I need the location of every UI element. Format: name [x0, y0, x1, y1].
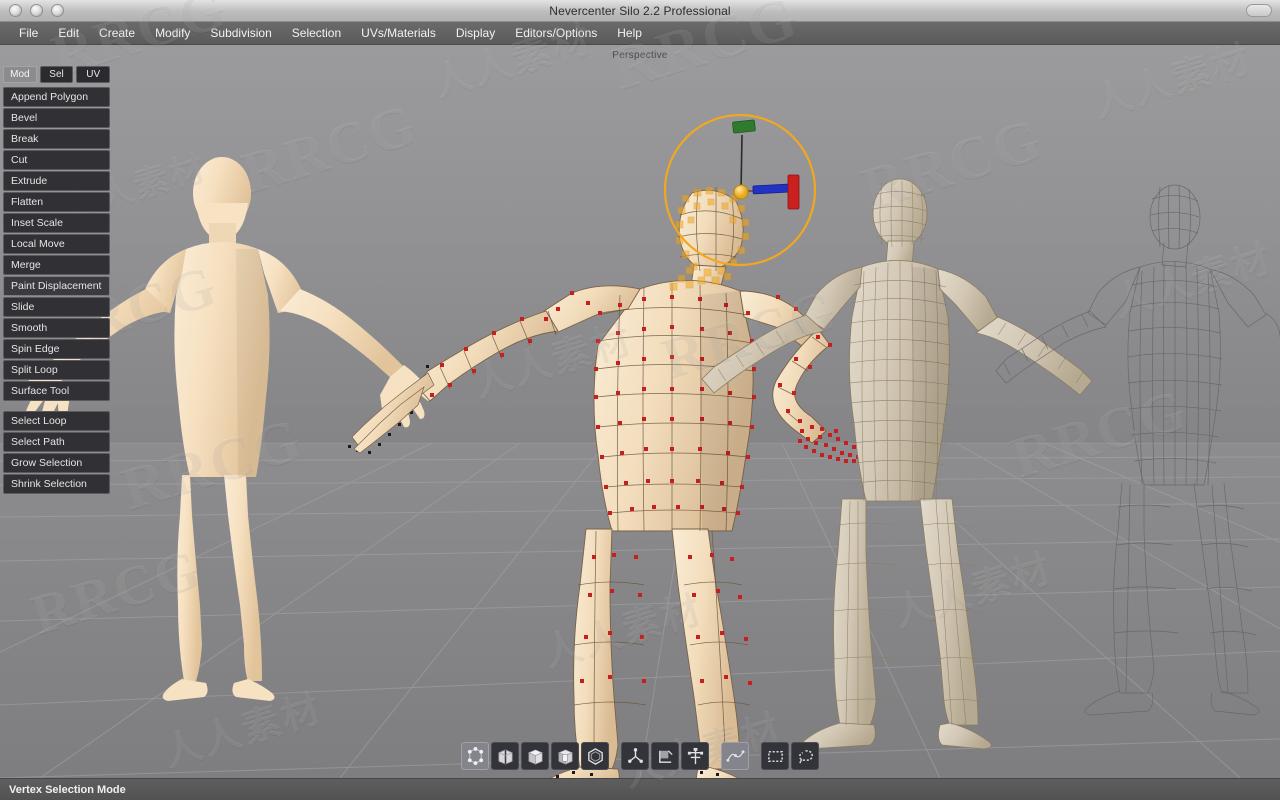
manipulator-rotate-icon[interactable]: [651, 742, 679, 770]
lasso-select-icon[interactable]: [791, 742, 819, 770]
tool-panel-tab-uv[interactable]: UV: [76, 66, 111, 83]
window-title: Nevercenter Silo 2.2 Professional: [549, 3, 731, 18]
manipulator-z-handle: [752, 183, 790, 195]
menubar: File Edit Create Modify Subdivision Selection…: [0, 22, 1280, 45]
manipulator-y-handle: [732, 119, 756, 134]
viewport-render: [0, 45, 1280, 778]
manipulator-center-knob: [733, 184, 749, 200]
menu-selection[interactable]: Selection: [282, 24, 351, 42]
tool-split-loop[interactable]: Split Loop: [3, 360, 110, 380]
menu-editors-options[interactable]: Editors/Options: [505, 24, 607, 42]
tool-smooth[interactable]: Smooth: [3, 318, 110, 338]
menu-edit[interactable]: Edit: [48, 24, 89, 42]
selection-tool-list: Select Loop Select Path Grow Selection Shri…: [3, 411, 110, 494]
tool-inset-scale[interactable]: Inset Scale: [3, 213, 110, 233]
rectangle-select-icon[interactable]: [761, 742, 789, 770]
menu-file[interactable]: File: [9, 24, 48, 42]
tool-break[interactable]: Break: [3, 129, 110, 149]
menu-display[interactable]: Display: [446, 24, 505, 42]
soft-selection-icon[interactable]: [721, 742, 749, 770]
object-mode-icon[interactable]: [551, 742, 579, 770]
menu-help[interactable]: Help: [607, 24, 652, 42]
viewport-3d[interactable]: Perspective: [0, 45, 1280, 778]
viewport-label: Perspective: [612, 50, 668, 61]
tool-panel-tabs: Mod Sel UV: [3, 66, 111, 83]
tool-grow-selection[interactable]: Grow Selection: [3, 453, 110, 473]
tool-paint-displacement[interactable]: Paint Displacement: [3, 276, 110, 296]
tool-local-move[interactable]: Local Move: [3, 234, 110, 254]
status-bar: Vertex Selection Mode: [0, 778, 1280, 800]
subdivision-icon[interactable]: [581, 742, 609, 770]
tool-panel-tab-sel[interactable]: Sel: [39, 66, 74, 83]
tool-slide[interactable]: Slide: [3, 297, 110, 317]
manipulator-move-icon[interactable]: [621, 742, 649, 770]
tool-append-polygon[interactable]: Append Polygon: [3, 87, 110, 107]
manipulator-y-axis: [740, 134, 743, 193]
menu-subdivision[interactable]: Subdivision: [200, 24, 281, 42]
status-message: Vertex Selection Mode: [9, 783, 126, 796]
menu-uvs-materials[interactable]: UVs/Materials: [351, 24, 446, 42]
tool-panel-tab-mod[interactable]: Mod: [3, 66, 37, 83]
manipulator-x-handle: [787, 174, 800, 210]
toolbar-toggle-button[interactable]: [1246, 4, 1272, 17]
tool-select-loop[interactable]: Select Loop: [3, 411, 110, 431]
tool-surface-tool[interactable]: Surface Tool: [3, 381, 110, 401]
menu-modify[interactable]: Modify: [145, 24, 200, 42]
menu-create[interactable]: Create: [89, 24, 145, 42]
tool-shrink-selection[interactable]: Shrink Selection: [3, 474, 110, 494]
vertex-mode-icon[interactable]: [461, 742, 489, 770]
modeling-tool-list: Append Polygon Bevel Break Cut Extrude Flatte…: [3, 87, 110, 401]
tool-merge[interactable]: Merge: [3, 255, 110, 275]
tool-bevel[interactable]: Bevel: [3, 108, 110, 128]
tool-extrude[interactable]: Extrude: [3, 171, 110, 191]
tool-flatten[interactable]: Flatten: [3, 192, 110, 212]
tool-cut[interactable]: Cut: [3, 150, 110, 170]
tool-panel: Mod Sel UV Append Polygon Bevel Break Cut Extr…: [3, 66, 111, 495]
tool-panel-divider: [3, 402, 110, 411]
tool-spin-edge[interactable]: Spin Edge: [3, 339, 110, 359]
face-mode-icon[interactable]: [521, 742, 549, 770]
edge-mode-icon[interactable]: [491, 742, 519, 770]
manipulator-scale-icon[interactable]: [681, 742, 709, 770]
window-titlebar: Nevercenter Silo 2.2 Professional: [0, 0, 1280, 22]
tool-select-path[interactable]: Select Path: [3, 432, 110, 452]
